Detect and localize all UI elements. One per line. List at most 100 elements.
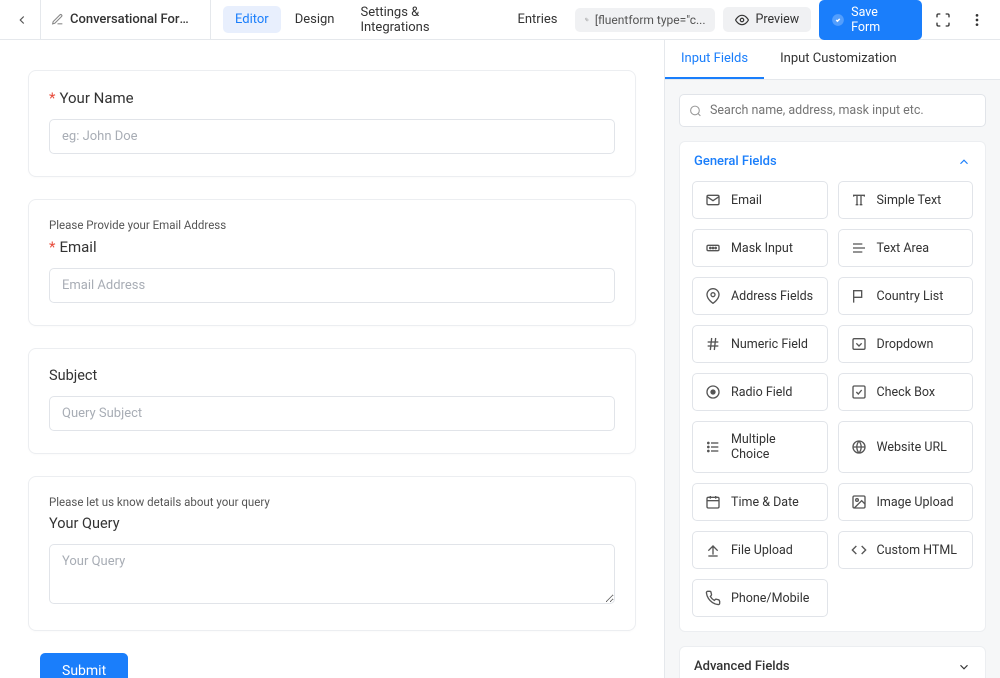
address-icon — [705, 288, 721, 304]
multi-icon — [705, 439, 721, 455]
field-label: Your Query — [49, 515, 615, 532]
search-input[interactable] — [679, 94, 986, 127]
tab-editor[interactable]: Editor — [223, 6, 281, 33]
field-item-date[interactable]: Time & Date — [692, 483, 828, 521]
field-label: *Your Name — [49, 89, 615, 107]
field-item-file[interactable]: File Upload — [692, 531, 828, 569]
chevron-up-icon — [957, 155, 971, 169]
more-menu-button[interactable] — [964, 7, 990, 33]
field-item-url[interactable]: Website URL — [838, 421, 974, 473]
tab-design[interactable]: Design — [283, 6, 347, 33]
html-icon — [851, 542, 867, 558]
field-item-label: Mask Input — [731, 241, 793, 256]
field-item-label: Country List — [877, 289, 944, 304]
name-input[interactable] — [49, 119, 615, 154]
section-general-fields: General Fields Email Simple Text Mask Inpu… — [679, 141, 986, 632]
sidebar-tab-input-fields[interactable]: Input Fields — [665, 40, 764, 79]
field-item-numeric[interactable]: Numeric Field — [692, 325, 828, 363]
section-toggle-general[interactable]: General Fields — [680, 142, 985, 181]
fullscreen-button[interactable] — [930, 7, 956, 33]
field-item-phone[interactable]: Phone/Mobile — [692, 579, 828, 617]
topbar-right: [fluentform type="c... Preview Save Form — [575, 0, 990, 40]
field-item-checkbox[interactable]: Check Box — [838, 373, 974, 411]
field-item-label: Numeric Field — [731, 337, 808, 352]
field-card-name[interactable]: *Your Name — [28, 70, 636, 177]
field-item-textarea[interactable]: Text Area — [838, 229, 974, 267]
chevron-down-icon — [957, 660, 971, 674]
copy-icon — [585, 13, 588, 26]
more-vertical-icon — [969, 12, 985, 28]
file-icon — [705, 542, 721, 558]
query-textarea[interactable] — [49, 544, 615, 604]
field-item-label: Multiple Choice — [731, 432, 815, 462]
textarea-icon — [851, 240, 867, 256]
email-icon — [705, 192, 721, 208]
email-input[interactable] — [49, 268, 615, 303]
fullscreen-icon — [935, 12, 951, 28]
page-title: Conversational Form... — [70, 12, 200, 27]
subject-input[interactable] — [49, 396, 615, 431]
field-item-text[interactable]: Simple Text — [838, 181, 974, 219]
tab-entries[interactable]: Entries — [505, 6, 569, 33]
sidebar-tab-customization[interactable]: Input Customization — [764, 40, 913, 79]
field-item-address[interactable]: Address Fields — [692, 277, 828, 315]
country-icon — [851, 288, 867, 304]
save-button[interactable]: Save Form — [819, 0, 922, 40]
section-toggle-advanced[interactable]: Advanced Fields — [680, 647, 985, 678]
field-item-dropdown[interactable]: Dropdown — [838, 325, 974, 363]
field-item-mask[interactable]: Mask Input — [692, 229, 828, 267]
numeric-icon — [705, 336, 721, 352]
field-help: Please Provide your Email Address — [49, 218, 615, 232]
shortcode-chip[interactable]: [fluentform type="c... — [575, 8, 715, 32]
field-item-multi[interactable]: Multiple Choice — [692, 421, 828, 473]
field-item-country[interactable]: Country List — [838, 277, 974, 315]
url-icon — [851, 439, 867, 455]
field-item-radio[interactable]: Radio Field — [692, 373, 828, 411]
field-card-subject[interactable]: Subject — [28, 348, 636, 454]
main-layout: *Your Name Please Provide your Email Add… — [0, 40, 1000, 678]
general-fields-grid: Email Simple Text Mask Input Text Area Addre… — [680, 181, 985, 631]
date-icon — [705, 494, 721, 510]
tab-settings[interactable]: Settings & Integrations — [348, 0, 503, 41]
preview-button[interactable]: Preview — [723, 7, 811, 32]
image-icon — [851, 494, 867, 510]
field-item-label: Custom HTML — [877, 543, 957, 558]
form-title-wrap[interactable]: Conversational Form... — [40, 0, 211, 39]
pencil-icon — [51, 13, 64, 26]
field-item-label: Phone/Mobile — [731, 591, 809, 606]
back-button[interactable] — [10, 8, 34, 32]
dropdown-icon — [851, 336, 867, 352]
checkbox-icon — [851, 384, 867, 400]
field-item-label: Time & Date — [731, 495, 799, 510]
nav-tabs: Editor Design Settings & Integrations En… — [223, 0, 570, 41]
shortcode-text: [fluentform type="c... — [595, 13, 706, 27]
mask-icon — [705, 240, 721, 256]
field-item-email[interactable]: Email — [692, 181, 828, 219]
sidebar: Input Fields Input Customization General… — [664, 40, 1000, 678]
field-item-label: Website URL — [877, 440, 947, 455]
field-card-query[interactable]: Please let us know details about your qu… — [28, 476, 636, 631]
field-item-label: Radio Field — [731, 385, 793, 400]
field-item-label: File Upload — [731, 543, 793, 558]
field-item-label: Text Area — [877, 241, 930, 256]
field-item-label: Simple Text — [877, 193, 942, 208]
form-canvas[interactable]: *Your Name Please Provide your Email Add… — [0, 40, 664, 678]
field-item-label: Address Fields — [731, 289, 813, 304]
field-item-label: Image Upload — [877, 495, 954, 510]
field-item-image[interactable]: Image Upload — [838, 483, 974, 521]
field-item-html[interactable]: Custom HTML — [838, 531, 974, 569]
sidebar-tabs: Input Fields Input Customization — [665, 40, 1000, 80]
field-label: Subject — [49, 367, 615, 384]
submit-button[interactable]: Submit — [40, 653, 128, 678]
field-help: Please let us know details about your qu… — [49, 495, 615, 509]
field-item-label: Dropdown — [877, 337, 934, 352]
field-item-label: Email — [731, 193, 762, 208]
field-item-label: Check Box — [877, 385, 936, 400]
text-icon — [851, 192, 867, 208]
field-card-email[interactable]: Please Provide your Email Address *Email — [28, 199, 636, 326]
check-circle-icon — [831, 13, 845, 27]
section-advanced-fields: Advanced Fields — [679, 646, 986, 678]
sidebar-body: General Fields Email Simple Text Mask Inpu… — [665, 80, 1000, 678]
phone-icon — [705, 590, 721, 606]
eye-icon — [735, 13, 749, 27]
